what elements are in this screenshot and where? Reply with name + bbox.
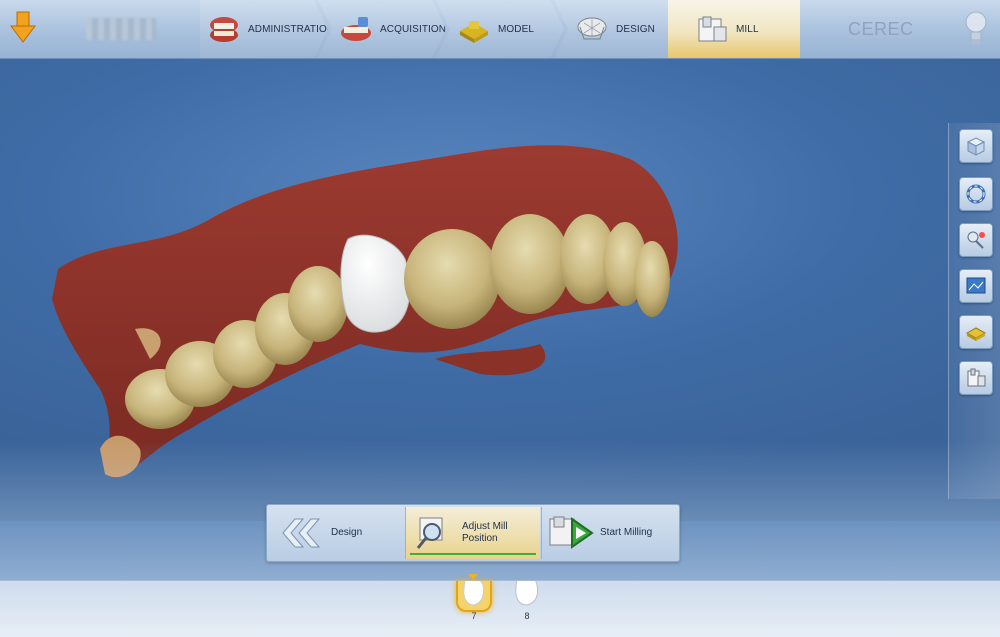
patient-name-blurred [86,18,156,40]
selected-restoration-marker [468,574,478,580]
mill-unit-icon [698,16,727,42]
restoration-number: 7 [471,611,477,621]
tool-probe-icon [967,231,985,249]
down-arrow-icon [10,11,36,43]
mill-device-icon [967,368,986,387]
design-crown-icon [574,13,610,45]
model-block-icon [456,13,492,45]
restoration-number: 8 [524,611,530,621]
magnifier-mill-icon [416,517,443,549]
main-menu-button[interactable] [0,0,48,58]
start-milling-label: Start Milling [600,527,653,538]
adjust-label-line2: Position [462,533,498,544]
step-action-panel: Design Adjust Mill Position Start Millin… [266,504,680,562]
crown-thumbnail-icon [456,572,492,612]
restoration-tooth-8[interactable]: 8 [507,572,547,635]
start-milling-button[interactable]: Start Milling [541,507,676,559]
view-cube-button[interactable] [959,129,993,163]
restoration-strip: 7 8 [0,572,1000,637]
phase-label-administration: ADMINISTRATION [248,23,335,35]
dental-arch-model[interactable] [40,129,700,489]
block-icon [965,327,987,341]
phase-label-design: DESIGN [616,23,655,35]
lightbulb-icon [965,11,987,44]
active-step-indicator [410,553,536,555]
phase-model[interactable]: MODEL [436,0,564,58]
cerec-logo: CEREC [848,19,914,39]
phase-label-mill: MILL [736,23,759,35]
play-mill-icon [549,516,594,549]
rotate-ring-icon [966,184,986,204]
phase-administration[interactable]: ADMINISTRATION [200,0,328,58]
cube-icon [966,137,986,156]
phase-mill[interactable]: MILL [668,0,800,58]
double-chevron-left-icon [282,518,321,548]
crown-thumbnail-icon [515,572,539,606]
phase-label-model: MODEL [498,23,535,35]
adjust-mill-position-button[interactable]: Adjust Mill Position [405,507,540,559]
phase-acquisition[interactable]: ACQUISITION [318,0,446,58]
phase-label-acquisition: ACQUISITION [380,23,447,35]
help-button[interactable] [962,8,990,48]
phase-bar: ADMINISTRATION ACQUISITION MODEL DESIGN … [0,0,1000,59]
restoration-tooth-7[interactable]: 7 [454,572,494,635]
adjust-label-line1: Adjust Mill [462,521,508,532]
acquisition-camera-icon [338,13,374,45]
administration-teeth-icon [206,13,242,45]
mill-unit-button[interactable] [959,361,993,395]
back-to-design-button[interactable]: Design [269,507,403,559]
picture-icon [966,277,986,294]
back-label: Design [331,527,363,538]
screenshot-button[interactable] [959,269,993,303]
phase-design[interactable]: DESIGN [554,0,682,58]
mill-block-button[interactable] [959,315,993,349]
analysis-tool-button[interactable] [959,223,993,257]
rotate-view-button[interactable] [959,177,993,211]
